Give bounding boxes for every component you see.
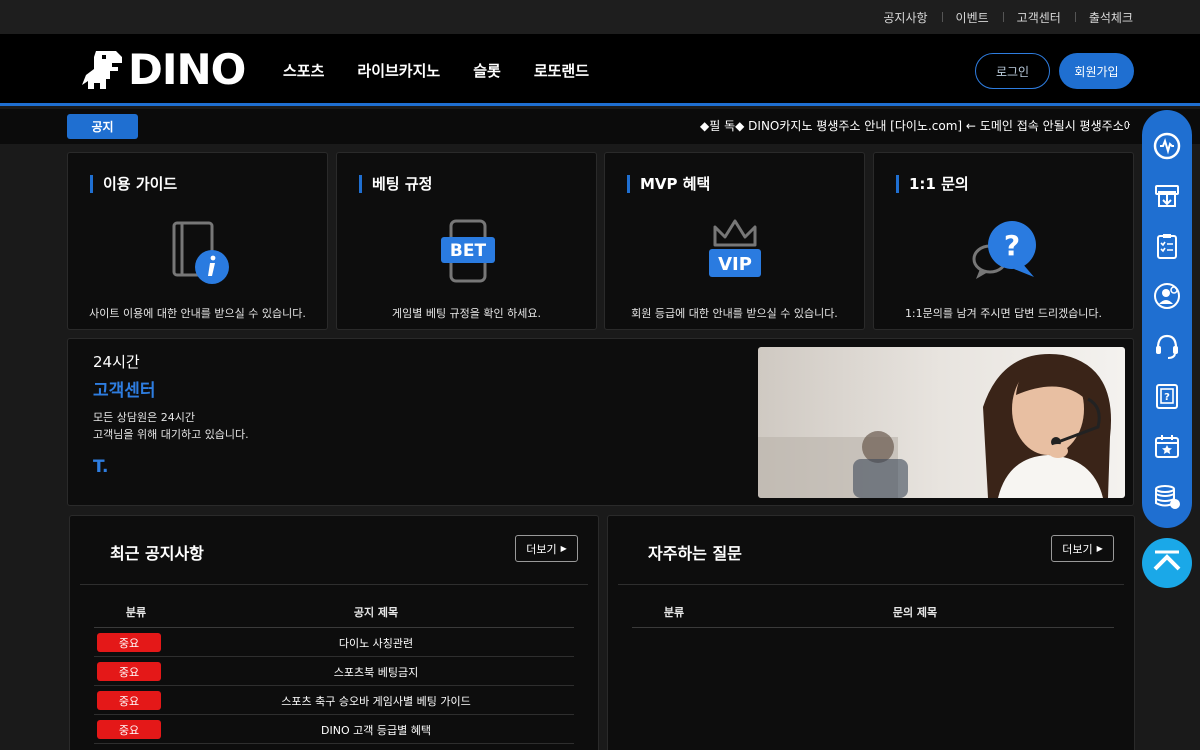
important-badge: 중요 xyxy=(97,662,161,681)
card-desc: 1:1문의를 남겨 주시면 답변 드리겠습니다. xyxy=(904,307,1103,320)
table-row[interactable]: 중요 스포츠북 베팅금지 xyxy=(94,657,574,686)
column-category: 분류 xyxy=(663,606,685,619)
top-utility-bar: 공지사항 이벤트 고객센터 출석체크 xyxy=(0,0,1200,34)
card-desc: 사이트 이용에 대한 안내를 받으실 수 있습니다. xyxy=(89,307,306,320)
bet-phone-icon: BET xyxy=(337,215,596,287)
question-icon-text: ? xyxy=(1003,229,1019,262)
dino-logo-icon xyxy=(82,51,122,89)
more-button[interactable]: 더보기 ▶ xyxy=(515,535,578,562)
divider xyxy=(618,584,1124,585)
more-label: 더보기 xyxy=(526,542,557,556)
vip-crown-icon: VIP xyxy=(605,215,864,287)
notice-title[interactable]: 스포츠 축구 승오바 게임사별 베팅 가이드 xyxy=(178,693,574,709)
utility-link-event[interactable]: 이벤트 xyxy=(941,9,1003,26)
support-hours: 24시간 xyxy=(93,353,140,371)
card-inquiry[interactable]: 1:1 문의 ? 1:1문의를 남겨 주시면 답변 드리겠습니다. xyxy=(873,152,1134,330)
utility-link-support[interactable]: 고객센터 xyxy=(1002,9,1075,26)
nav-item-lottoland[interactable]: 로또랜드 xyxy=(534,60,589,81)
divider xyxy=(80,584,588,585)
utility-link-notice[interactable]: 공지사항 xyxy=(869,9,941,26)
customer-service-agent-photo xyxy=(758,347,1125,498)
notice-marquee[interactable]: ◆필 독◆ DINO카지노 평생주소 안내 [다이노.com] ← 도메인 접속… xyxy=(700,109,1130,144)
card-user-guide[interactable]: 이용 가이드 사이트 이용에 대한 안내를 받으실 수 있습니다. xyxy=(67,152,328,330)
table-header: 분류 문의 제목 xyxy=(632,596,1114,628)
support-title: 고객센터 xyxy=(93,381,156,401)
notices-list: 중요 다이노 사칭관련 중요 스포츠북 베팅금지 중요 스포츠 축구 승오바 게… xyxy=(94,628,574,744)
table-row[interactable]: 중요 스포츠 축구 승오바 게임사별 베팅 가이드 xyxy=(94,686,574,715)
important-badge: 중요 xyxy=(97,720,161,739)
column-title: 공지 제목 xyxy=(353,606,399,619)
calendar-star-icon[interactable] xyxy=(1151,430,1183,462)
notice-title[interactable]: 다이노 사칭관련 xyxy=(178,635,574,651)
important-badge: 중요 xyxy=(97,691,161,710)
column-title: 문의 제목 xyxy=(892,606,938,619)
card-mvp-benefits[interactable]: MVP 혜택 VIP 회원 등급에 대한 안내를 받으실 수 있습니다. xyxy=(604,152,865,330)
notice-strip: 공지 ◆필 독◆ DINO카지노 평생주소 안내 [다이노.com] ← 도메인… xyxy=(0,109,1200,144)
bet-icon-text: BET xyxy=(449,241,486,261)
card-title: MVP 혜택 xyxy=(627,175,710,193)
card-desc: 회원 등급에 대한 안내를 받으실 수 있습니다. xyxy=(631,307,838,320)
logo-text: DINO xyxy=(128,45,246,94)
user-settings-icon[interactable] xyxy=(1151,280,1183,312)
utility-link-attendance[interactable]: 출석체크 xyxy=(1074,9,1133,26)
vip-icon-text: VIP xyxy=(718,254,752,275)
checklist-icon[interactable] xyxy=(1151,230,1183,262)
quick-menu: ? xyxy=(1142,110,1192,528)
table-row[interactable]: 중요 다이노 사칭관련 xyxy=(94,628,574,657)
chevron-right-icon: ▶ xyxy=(560,544,567,553)
nav-item-sports[interactable]: 스포츠 xyxy=(283,60,324,81)
utility-links: 공지사항 이벤트 고객센터 출석체크 xyxy=(869,0,1133,34)
table-header: 분류 공지 제목 xyxy=(94,596,574,628)
support-line-1: 모든 상담원은 24시간 xyxy=(93,411,195,424)
more-button[interactable]: 더보기 ▶ xyxy=(1051,535,1114,562)
chat-question-icon: ? xyxy=(874,215,1133,287)
guide-book-info-icon xyxy=(68,215,327,287)
main-nav: 스포츠 라이브카지노 슬롯 로또랜드 xyxy=(283,34,622,106)
nav-item-slot[interactable]: 슬롯 xyxy=(473,60,501,81)
notice-title[interactable]: DINO 고객 등급별 혜택 xyxy=(178,722,574,738)
wallet-icon[interactable] xyxy=(1151,130,1183,162)
chevron-up-icon xyxy=(1153,550,1181,571)
recent-notices-board: 최근 공지사항 더보기 ▶ 분류 공지 제목 중요 다이노 사칭관련 중요 스포츠… xyxy=(69,515,599,750)
join-button[interactable]: 회원가입 xyxy=(1059,53,1134,89)
coins-icon[interactable] xyxy=(1151,480,1183,512)
faq-board: 자주하는 질문 더보기 ▶ 분류 문의 제목 xyxy=(607,515,1135,750)
customer-support-panel: 24시간 고객센터 모든 상담원은 24시간 고객님을 위해 대기하고 있습니다… xyxy=(67,338,1134,506)
column-category: 분류 xyxy=(125,606,147,619)
withdraw-icon[interactable] xyxy=(1151,180,1183,212)
nav-item-live-casino[interactable]: 라이브카지노 xyxy=(357,60,440,81)
support-description: 모든 상담원은 24시간 고객님을 위해 대기하고 있습니다. xyxy=(93,409,249,443)
board-title: 자주하는 질문 xyxy=(648,544,742,563)
more-label: 더보기 xyxy=(1062,542,1093,556)
main-header: DINO 스포츠 라이브카지노 슬롯 로또랜드 로그인 회원가입 xyxy=(0,34,1200,106)
support-telephone: T. xyxy=(93,457,109,477)
card-title: 1:1 문의 xyxy=(896,175,969,193)
headset-icon[interactable] xyxy=(1151,330,1183,362)
card-betting-rules[interactable]: 베팅 규정 BET 게임별 베팅 규정을 확인 하세요. xyxy=(336,152,597,330)
table-row[interactable]: 중요 DINO 고객 등급별 혜택 xyxy=(94,715,574,744)
card-title: 베팅 규정 xyxy=(359,175,432,193)
guide-book-icon[interactable]: ? xyxy=(1151,380,1183,412)
login-button[interactable]: 로그인 xyxy=(975,53,1050,89)
card-title: 이용 가이드 xyxy=(90,175,177,193)
notice-tag[interactable]: 공지 xyxy=(67,114,138,139)
scroll-to-top-button[interactable] xyxy=(1142,538,1192,588)
site-logo[interactable]: DINO xyxy=(82,45,246,94)
support-line-2: 고객님을 위해 대기하고 있습니다. xyxy=(93,428,249,441)
board-title: 최근 공지사항 xyxy=(110,544,204,563)
important-badge: 중요 xyxy=(97,633,161,652)
notice-title[interactable]: 스포츠북 베팅금지 xyxy=(178,664,574,680)
card-desc: 게임별 베팅 규정을 확인 하세요. xyxy=(391,307,542,320)
chevron-right-icon: ▶ xyxy=(1096,544,1103,553)
svg-text:?: ? xyxy=(1164,392,1170,403)
